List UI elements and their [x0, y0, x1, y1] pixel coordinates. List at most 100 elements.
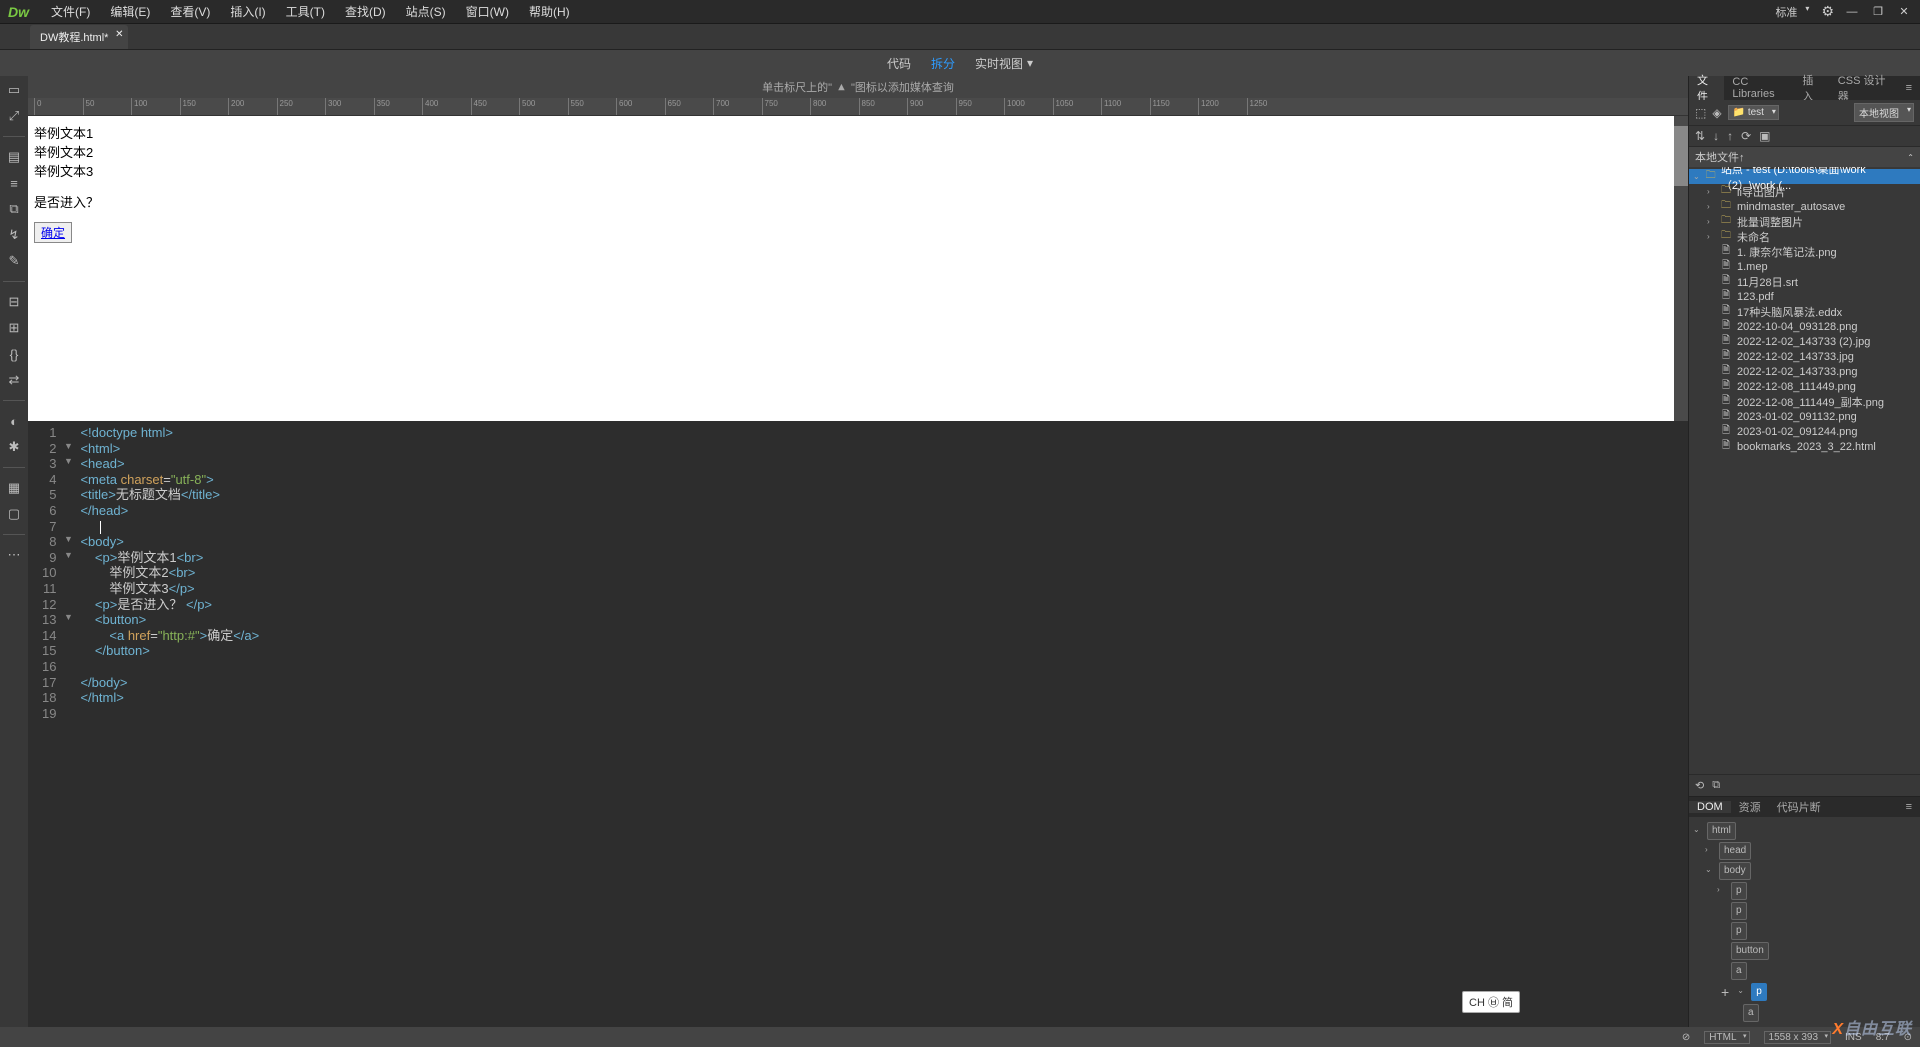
horizontal-ruler[interactable]: 0501001502002503003504004505005506006507…: [28, 98, 1688, 116]
dom-node-button[interactable]: button: [1731, 942, 1769, 960]
file-tree-row[interactable]: 🗎bookmarks_2023_3_22.html: [1689, 439, 1920, 454]
dom-node-html[interactable]: html: [1707, 822, 1736, 840]
dom-inspector-icon[interactable]: ▭: [6, 82, 22, 98]
restore-button[interactable]: ❐: [1870, 4, 1886, 20]
recent-snippets-icon[interactable]: ⇄: [6, 372, 22, 388]
file-tree-row[interactable]: 🗎11月28日.srt: [1689, 274, 1920, 289]
dom-node-p[interactable]: p: [1731, 902, 1747, 920]
find-replace-icon[interactable]: ≡: [6, 175, 22, 191]
connect-icon[interactable]: ⇅: [1695, 129, 1705, 143]
local-files-header[interactable]: 本地文件↑ ⌃: [1689, 147, 1920, 167]
insert-image-icon[interactable]: ▢: [6, 506, 22, 522]
preview-scrollbar[interactable]: [1674, 116, 1688, 421]
refresh-icon[interactable]: ⟲: [1695, 779, 1704, 792]
preview-confirm-link[interactable]: 确定: [41, 226, 65, 240]
code-editor[interactable]: 12345678910111213141516171819 ▼▼▼▼▼ <!do…: [28, 421, 1688, 1027]
file-tree-row[interactable]: ›🗀未命名: [1689, 229, 1920, 244]
fold-gutter[interactable]: ▼▼▼▼▼: [62, 421, 74, 1027]
file-tree-row[interactable]: 🗎2022-10-04_093128.png: [1689, 319, 1920, 334]
file-tree-row[interactable]: 🗎2022-12-02_143733 (2).jpg: [1689, 334, 1920, 349]
dom-node-a[interactable]: a: [1731, 962, 1747, 980]
menu-tools[interactable]: 工具(T): [276, 3, 335, 20]
live-preview-pane[interactable]: 举例文本1 举例文本2 举例文本3 是否进入？ 确定: [28, 116, 1688, 421]
tab-dom[interactable]: DOM: [1689, 801, 1731, 813]
menu-help[interactable]: 帮助(H): [519, 3, 580, 20]
file-tree-row[interactable]: 🗎123.pdf: [1689, 289, 1920, 304]
get-icon[interactable]: ↓: [1713, 129, 1719, 143]
workspace-layout-dropdown[interactable]: 标准: [1771, 2, 1811, 22]
file-manager-icon[interactable]: ▤: [6, 149, 22, 165]
preview-confirm-button[interactable]: 确定: [34, 222, 72, 243]
css-icon[interactable]: ⬚: [1695, 106, 1706, 120]
tab-files[interactable]: 文件: [1689, 76, 1724, 100]
viewport-size-selector[interactable]: 1558 x 393: [1764, 1031, 1832, 1044]
close-button[interactable]: ✕: [1896, 4, 1912, 20]
code-nav-icon[interactable]: {}: [6, 346, 22, 362]
file-tree-row[interactable]: 🗎2022-12-02_143733.png: [1689, 364, 1920, 379]
diamond-icon[interactable]: ◈: [1712, 106, 1721, 120]
dom-node-p[interactable]: p: [1731, 922, 1747, 940]
file-tree-row[interactable]: 🗎1. 康奈尔笔记法.png: [1689, 244, 1920, 259]
tab-css-designer[interactable]: CSS 设计器: [1830, 76, 1898, 100]
put-icon[interactable]: ↑: [1727, 129, 1733, 143]
doctype-selector[interactable]: HTML: [1704, 1031, 1749, 1044]
tab-assets[interactable]: 资源: [1731, 799, 1769, 815]
expand-panel-icon[interactable]: ▣: [1759, 129, 1770, 143]
panel-menu-icon[interactable]: ≡: [1898, 76, 1920, 100]
view-dropdown[interactable]: 本地视图: [1854, 103, 1914, 122]
sync-icon[interactable]: ⟳: [1741, 129, 1751, 143]
dom-node-p[interactable]: p: [1731, 882, 1747, 900]
view-mode-split[interactable]: 拆分: [931, 55, 955, 72]
expand-icon[interactable]: ⤢: [6, 108, 22, 124]
file-tree-row[interactable]: ›🗀mindmaster_autosave: [1689, 199, 1920, 214]
menu-view[interactable]: 查看(V): [160, 3, 220, 20]
menu-find[interactable]: 查找(D): [335, 3, 396, 20]
encoding-icon[interactable]: ⊙: [1904, 1032, 1912, 1043]
dom-node-a[interactable]: a: [1743, 1004, 1759, 1022]
dom-node-body[interactable]: body: [1719, 862, 1751, 880]
menu-window[interactable]: 窗口(W): [456, 3, 519, 20]
file-tree-row[interactable]: 🗎1.mep: [1689, 259, 1920, 274]
apply-comment-icon[interactable]: ⊟: [6, 294, 22, 310]
file-tree-row[interactable]: ›🗀批量调整图片: [1689, 214, 1920, 229]
dom-node-p-selected[interactable]: p: [1751, 983, 1767, 1001]
code-content[interactable]: <!doctype html><html><head><meta charset…: [74, 421, 265, 1027]
line-number-gutter[interactable]: 12345678910111213141516171819: [28, 421, 62, 1027]
color-icon[interactable]: ◐: [6, 413, 22, 429]
file-tree-row[interactable]: 🗎17种头脑风暴法.eddx: [1689, 304, 1920, 319]
view-mode-live[interactable]: 实时视图 ▾: [975, 55, 1033, 72]
file-tree-row[interactable]: ⌄🗀站点 - test (D:\tools\桌面\work（2）\work (.…: [1689, 169, 1920, 184]
link-icon[interactable]: ⧉: [1712, 779, 1720, 792]
toggle-comment-icon[interactable]: ⧉: [6, 201, 22, 217]
view-mode-code[interactable]: 代码: [887, 55, 911, 72]
sync-settings-icon[interactable]: [1821, 3, 1834, 20]
menu-site[interactable]: 站点(S): [396, 3, 456, 20]
menu-edit[interactable]: 编辑(E): [100, 3, 160, 20]
dom-panel-menu-icon[interactable]: ≡: [1898, 801, 1920, 813]
format-source-icon[interactable]: ✎: [6, 253, 22, 269]
menu-file[interactable]: 文件(F): [41, 3, 100, 20]
dom-add-icon[interactable]: +: [1717, 981, 1733, 1003]
file-tree-row[interactable]: 🗎2022-12-08_111449_副本.png: [1689, 394, 1920, 409]
site-dropdown[interactable]: 📁 test: [1728, 105, 1779, 120]
remove-comment-icon[interactable]: ⊞: [6, 320, 22, 336]
indent-icon[interactable]: ✱: [6, 439, 22, 455]
dom-tree[interactable]: ⌄html ›head ⌄body ›p p p button a +⌄p a: [1689, 817, 1920, 1027]
file-tree-row[interactable]: 🗎2023-01-02_091244.png: [1689, 424, 1920, 439]
file-tree[interactable]: ⌄🗀站点 - test (D:\tools\桌面\work（2）\work (.…: [1689, 167, 1920, 774]
tab-cc-libraries[interactable]: CC Libraries: [1724, 76, 1794, 100]
scrollbar-thumb[interactable]: [1674, 126, 1688, 186]
document-tab[interactable]: DW教程.html* ✕: [30, 25, 128, 49]
file-tree-row[interactable]: 🗎2022-12-08_111449.png: [1689, 379, 1920, 394]
dom-node-head[interactable]: head: [1719, 842, 1751, 860]
tab-snippets[interactable]: 代码片断: [1769, 799, 1829, 815]
file-tree-row[interactable]: 🗎2023-01-02_091132.png: [1689, 409, 1920, 424]
close-tab-icon[interactable]: ✕: [115, 29, 123, 40]
insert-html-icon[interactable]: ▦: [6, 480, 22, 496]
menu-insert[interactable]: 插入(I): [220, 3, 275, 20]
tab-insert[interactable]: 插入: [1794, 76, 1829, 100]
file-tree-row[interactable]: 🗎2022-12-02_143733.jpg: [1689, 349, 1920, 364]
wrap-tag-icon[interactable]: ↯: [6, 227, 22, 243]
error-status-icon[interactable]: ⊘: [1682, 1032, 1690, 1043]
minimize-button[interactable]: —: [1844, 4, 1860, 20]
